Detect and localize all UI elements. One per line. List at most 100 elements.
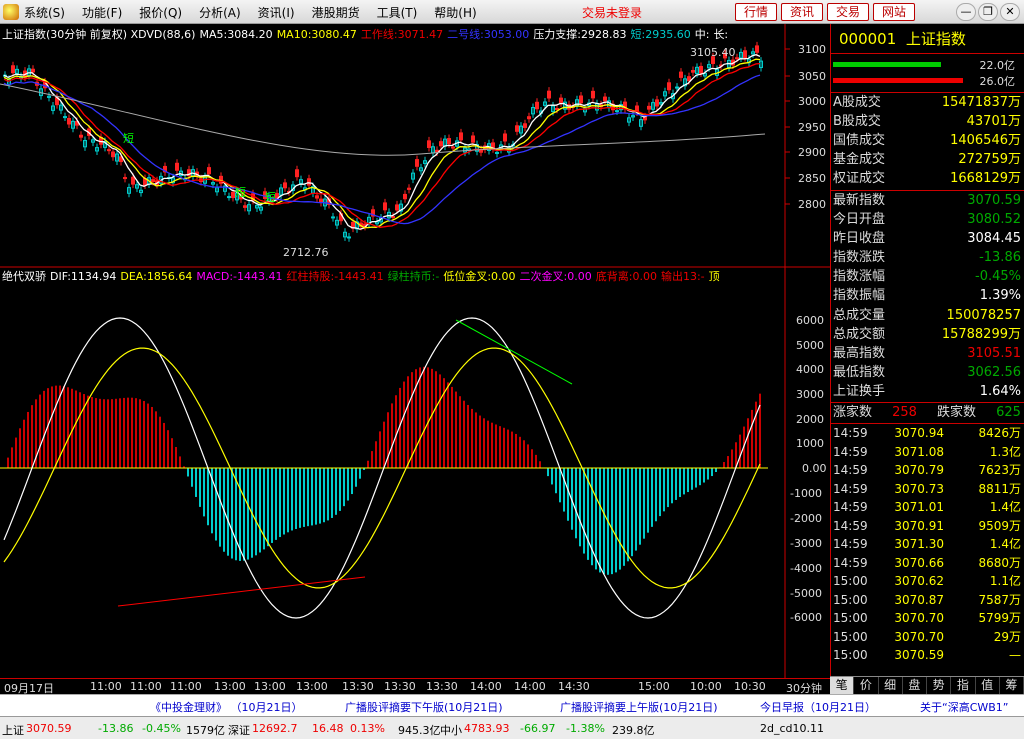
news-link-1[interactable]: 广播股评摘要下午版(10月21日) <box>345 699 503 715</box>
sh-label: 上证 <box>2 724 24 737</box>
time-axis-label: 11:00 <box>170 680 202 693</box>
candle-body <box>579 95 583 104</box>
tick-volume: 1.4亿 <box>989 537 1021 551</box>
candle-body <box>451 146 455 149</box>
stat-row: B股成交 43701万 <box>831 112 1024 131</box>
close-icon[interactable]: ✕ <box>1000 3 1020 21</box>
time-axis-label: 13:00 <box>296 680 328 693</box>
quote-row: 最新指数 3070.59 <box>831 191 1024 210</box>
menu-item-4[interactable]: 资讯(I) <box>258 4 295 21</box>
stat-label: 国债成交 <box>833 133 886 149</box>
top-button-2[interactable]: 交易 <box>827 3 870 21</box>
stat-row: 基金成交 272759万 <box>831 150 1024 169</box>
menu-item-5[interactable]: 港股期货 <box>312 4 360 21</box>
news-link-2[interactable]: 广播股评摘要上午版(10月21日) <box>560 699 718 715</box>
tab-0[interactable]: 笔 <box>830 677 855 694</box>
upper-indicator-header: 上证指数(30分钟 前复权) XDVD(88,6) MA5:3084.20 MA10… <box>2 26 732 42</box>
tick-row: 15:00 3070.70 29万 <box>831 628 1024 647</box>
tab-2[interactable]: 细 <box>879 677 903 694</box>
quote-label: 今日开盘 <box>833 212 886 228</box>
minimize-icon[interactable]: — <box>956 3 976 21</box>
menu-item-2[interactable]: 报价(Q) <box>139 4 182 21</box>
quote-row: 上证换手 1.64% <box>831 382 1024 401</box>
menu-item-6[interactable]: 工具(T) <box>377 4 418 21</box>
tick-time: 15:00 <box>833 592 868 607</box>
tab-6[interactable]: 值 <box>976 677 1000 694</box>
candle-body <box>31 68 35 73</box>
candle-body <box>107 149 111 152</box>
y-tick-label: -5000 <box>790 587 822 600</box>
security-title: 000001 上证指数 <box>831 24 1024 54</box>
news-link-3[interactable]: 今日早报（10月21日） <box>760 699 876 715</box>
candle-body <box>647 105 651 110</box>
top-button-3[interactable]: 网站 <box>873 3 916 21</box>
tick-volume: 7623万 <box>978 463 1021 477</box>
top-button-0[interactable]: 行情 <box>735 3 778 21</box>
stat-value: 272759万 <box>958 152 1021 168</box>
candle-body <box>227 196 231 199</box>
tick-row: 15:00 3070.70 5799万 <box>831 609 1024 628</box>
sz-pct: 0.13% <box>350 722 385 735</box>
tick-time: 15:00 <box>833 629 868 644</box>
news-ticker[interactable]: 《中投金理财》 （10月21日） 广播股评摘要下午版(10月21日) 广播股评摘要上… <box>0 694 1024 716</box>
detail-tabs: 笔价细盘势指值筹 <box>830 676 1024 694</box>
low-cross-label: 低位金叉:0.00 <box>443 270 516 283</box>
line2-label: 二号线:3053.00 <box>447 28 530 41</box>
tick-row: 14:59 3071.01 1.4亿 <box>831 498 1024 517</box>
time-axis-label: 13:30 <box>426 680 458 693</box>
quote-row: 最高指数 3105.51 <box>831 344 1024 363</box>
stat-value: 43701万 <box>966 114 1021 130</box>
quote-value: -13.86 <box>979 250 1021 266</box>
news-link-4[interactable]: 关于“深高CWB1” <box>920 699 1009 715</box>
tab-4[interactable]: 势 <box>927 677 952 694</box>
time-axis-label: 13:00 <box>254 680 286 693</box>
quote-row: 指数涨幅 -0.45% <box>831 267 1024 286</box>
candle-body <box>175 162 179 171</box>
sh-change: -13.86 <box>98 722 134 735</box>
quote-value: 1.39% <box>979 288 1021 304</box>
kline-chart-area[interactable]: 3100 3050 3000 2950 2900 2850 2800 6000 5000 4000… <box>0 24 830 695</box>
y-tick-label: 2800 <box>798 198 826 211</box>
news-link-0[interactable]: 《中投金理财》 （10月21日） <box>150 699 303 715</box>
quote-value: 150078257 <box>946 307 1021 323</box>
menu-item-3[interactable]: 分析(A) <box>199 4 241 21</box>
candle-body <box>315 195 319 199</box>
tick-volume: 1.1亿 <box>989 574 1021 588</box>
time-axis-label: 10:00 <box>690 680 722 693</box>
tick-row: 15:00 3070.59 — <box>831 646 1024 665</box>
candle-body <box>555 107 559 110</box>
menu-item-1[interactable]: 功能(F) <box>82 4 122 21</box>
restore-icon[interactable]: ❐ <box>978 3 998 21</box>
dec-label: 跌家数 <box>937 405 977 420</box>
tick-price: 3070.87 <box>894 592 944 607</box>
menu-item-0[interactable]: 系统(S) <box>24 4 65 21</box>
tab-5[interactable]: 指 <box>951 677 976 694</box>
tab-3[interactable]: 盘 <box>903 677 927 694</box>
index-quote: 最新指数 3070.59 今日开盘 3080.52 昨日收盘 3084.45 指数涨跌 -13… <box>831 190 1024 401</box>
y-tick-label: -3000 <box>790 537 822 550</box>
tick-price: 3070.70 <box>894 629 944 644</box>
up-volume: 22.0亿 <box>831 56 1024 72</box>
menu-bar: 系统(S) 功能(F) 报价(Q) 分析(A) 资讯(I) 港股期货 工具(T) 帮助(H) … <box>0 0 1024 24</box>
indicator-name: 上证指数(30分钟 前复权) XDVD(88,6) <box>2 28 196 41</box>
tab-7[interactable]: 筹 <box>1000 677 1024 694</box>
ma-line <box>3 62 761 228</box>
candle-body <box>67 118 71 125</box>
sz-index: 12692.7 <box>252 722 298 735</box>
adv-dec-row: 涨家数 258 跌家数 625 <box>831 402 1024 422</box>
candle-body <box>743 50 747 59</box>
tick-row: 14:59 3070.73 8811万 <box>831 480 1024 499</box>
top-button-1[interactable]: 资讯 <box>781 3 824 21</box>
candle-body <box>131 176 135 185</box>
second-cross-label: 二次金叉:0.00 <box>519 270 592 283</box>
candle-body <box>675 86 679 89</box>
y-tick-label: 0.00 <box>802 462 827 475</box>
chart-canvas[interactable]: 3100 3050 3000 2950 2900 2850 2800 6000 5000 4000… <box>0 24 830 678</box>
tab-1[interactable]: 价 <box>854 677 879 694</box>
tick-list[interactable]: 14:59 3070.94 8426万 14:59 3071.08 1.3亿 14:59 30… <box>831 423 1024 665</box>
candle-body <box>11 65 15 74</box>
tick-price: 3071.08 <box>894 444 944 459</box>
menu-item-7[interactable]: 帮助(H) <box>434 4 476 21</box>
quote-label: 最低指数 <box>833 364 886 380</box>
tick-time: 15:00 <box>833 648 868 662</box>
